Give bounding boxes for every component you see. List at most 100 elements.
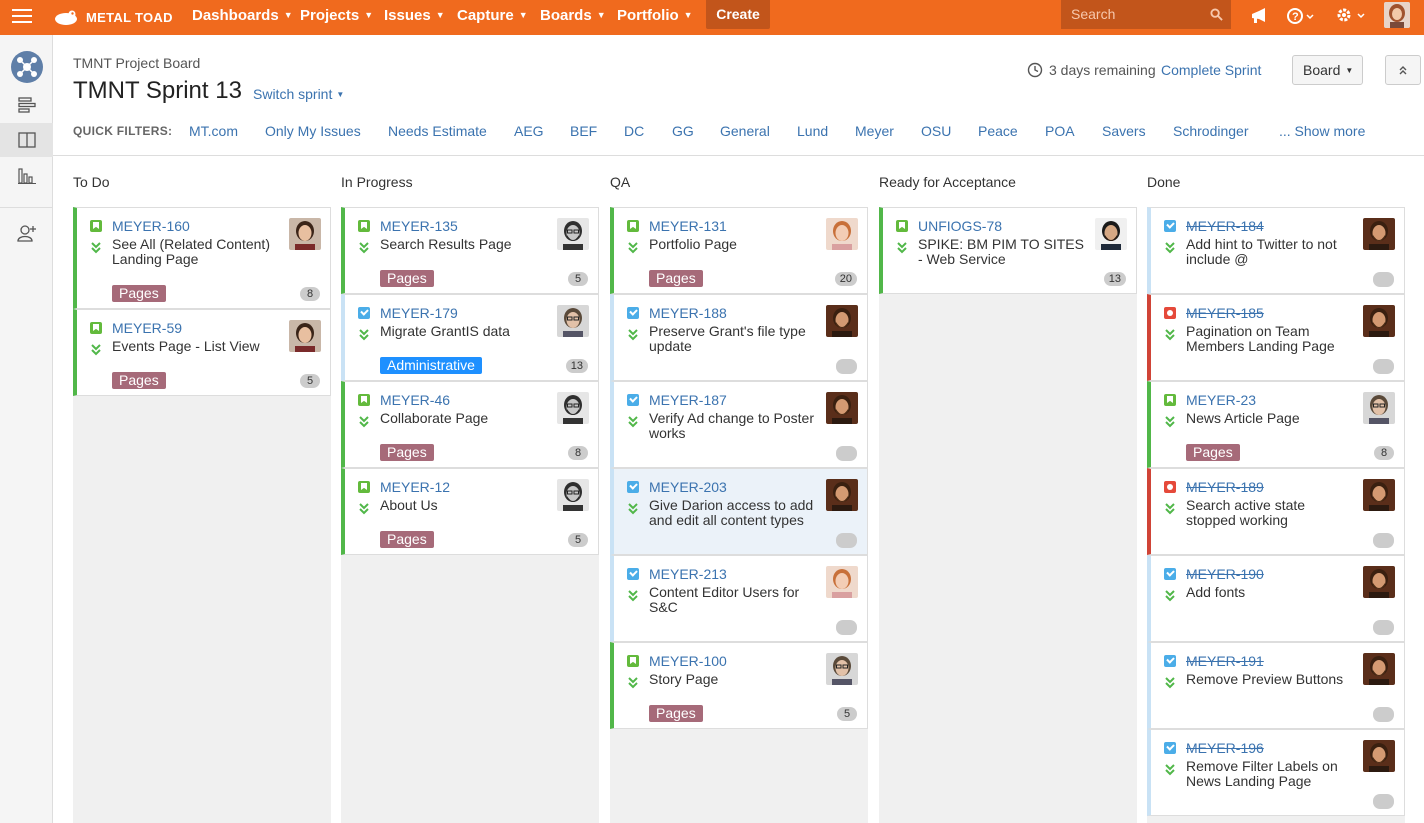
issue-card[interactable]: MEYER-160 See All (Related Content) Landi… xyxy=(73,207,331,309)
quick-filter[interactable]: Lund xyxy=(797,123,828,139)
issue-card[interactable]: MEYER-190 Add fonts xyxy=(1147,555,1405,642)
issue-card[interactable]: MEYER-213 Content Editor Users for S&C xyxy=(610,555,868,642)
issue-key-link[interactable]: MEYER-179 xyxy=(380,305,458,321)
create-button[interactable]: Create xyxy=(706,0,770,29)
issue-card[interactable]: MEYER-189 Search active state stopped wor… xyxy=(1147,468,1405,555)
epic-label[interactable]: Pages xyxy=(112,285,166,302)
help-icon[interactable]: ? xyxy=(1287,7,1315,25)
quick-filter[interactable]: GG xyxy=(672,123,694,139)
issue-key-link[interactable]: MEYER-196 xyxy=(1186,740,1264,756)
quick-filter[interactable]: Meyer xyxy=(855,123,894,139)
assignee-avatar[interactable] xyxy=(1363,479,1395,511)
assignee-avatar[interactable] xyxy=(1363,653,1395,685)
issue-key-link[interactable]: MEYER-46 xyxy=(380,392,450,408)
issue-key-link[interactable]: MEYER-187 xyxy=(649,392,727,408)
assignee-avatar[interactable] xyxy=(557,218,589,250)
assignee-avatar[interactable] xyxy=(826,566,858,598)
issue-card[interactable]: MEYER-100 Story Page Pages 5 xyxy=(610,642,868,729)
quick-filter[interactable]: OSU xyxy=(921,123,951,139)
assignee-avatar[interactable] xyxy=(557,305,589,337)
reports-icon[interactable] xyxy=(0,159,53,193)
quick-filter[interactable]: General xyxy=(720,123,770,139)
issue-key-link[interactable]: MEYER-203 xyxy=(649,479,727,495)
issue-card[interactable]: MEYER-196 Remove Filter Labels on News La… xyxy=(1147,729,1405,816)
nav-issues[interactable]: Issues ▼ xyxy=(384,0,445,35)
issue-key-link[interactable]: MEYER-23 xyxy=(1186,392,1256,408)
epic-label[interactable]: Pages xyxy=(649,705,703,722)
user-avatar[interactable] xyxy=(1384,2,1410,28)
issue-key-link[interactable]: MEYER-188 xyxy=(649,305,727,321)
epic-label[interactable]: Pages xyxy=(380,531,434,548)
logo[interactable]: METAL TOAD xyxy=(53,5,173,29)
assignee-avatar[interactable] xyxy=(826,653,858,685)
quick-filter[interactable]: BEF xyxy=(570,123,597,139)
issue-key-link[interactable]: UNFIOGS-78 xyxy=(918,218,1002,234)
issue-key-link[interactable]: MEYER-59 xyxy=(112,320,182,336)
issue-key-link[interactable]: MEYER-185 xyxy=(1186,305,1264,321)
quick-filter[interactable]: Only My Issues xyxy=(265,123,361,139)
collapse-header-button[interactable] xyxy=(1385,55,1421,85)
nav-portfolio[interactable]: Portfolio ▼ xyxy=(617,0,693,35)
issue-key-link[interactable]: MEYER-189 xyxy=(1186,479,1264,495)
assignee-avatar[interactable] xyxy=(557,479,589,511)
issue-card[interactable]: MEYER-185 Pagination on Team Members Land… xyxy=(1147,294,1405,381)
issue-key-link[interactable]: MEYER-191 xyxy=(1186,653,1264,669)
megaphone-icon[interactable] xyxy=(1250,8,1268,24)
issue-card[interactable]: MEYER-12 About Us Pages 5 xyxy=(341,468,599,555)
quick-filter[interactable]: Peace xyxy=(978,123,1018,139)
nav-dashboards[interactable]: Dashboards ▼ xyxy=(192,0,293,35)
issue-card[interactable]: MEYER-59 Events Page - List View Pages 5 xyxy=(73,309,331,396)
issue-card[interactable]: MEYER-179 Migrate GrantIS data Administrat… xyxy=(341,294,599,381)
assignee-avatar[interactable] xyxy=(557,392,589,424)
issue-card[interactable]: MEYER-131 Portfolio Page Pages 20 xyxy=(610,207,868,294)
issue-key-link[interactable]: MEYER-190 xyxy=(1186,566,1264,582)
issue-key-link[interactable]: MEYER-184 xyxy=(1186,218,1264,234)
assignee-avatar[interactable] xyxy=(1363,305,1395,337)
switch-sprint-link[interactable]: Switch sprint ▼ xyxy=(253,86,344,102)
issue-key-link[interactable]: MEYER-12 xyxy=(380,479,450,495)
assignee-avatar[interactable] xyxy=(826,305,858,337)
assignee-avatar[interactable] xyxy=(826,218,858,250)
epic-label[interactable]: Pages xyxy=(1186,444,1240,461)
issue-card[interactable]: MEYER-187 Verify Ad change to Poster work… xyxy=(610,381,868,468)
issue-card[interactable]: UNFIOGS-78 SPIKE: BM PIM TO SITES - Web S… xyxy=(879,207,1137,294)
issue-card[interactable]: MEYER-203 Give Darion access to add and e… xyxy=(610,468,868,555)
gear-icon[interactable] xyxy=(1335,6,1367,24)
hamburger-menu-icon[interactable] xyxy=(12,9,32,25)
quick-filter[interactable]: DC xyxy=(624,123,644,139)
search-input[interactable]: Search xyxy=(1061,0,1231,29)
quick-filter[interactable]: MT.com xyxy=(189,123,238,139)
complete-sprint-link[interactable]: Complete Sprint xyxy=(1161,62,1261,78)
issue-key-link[interactable]: MEYER-100 xyxy=(649,653,727,669)
epic-label[interactable]: Administrative xyxy=(380,357,482,374)
assignee-avatar[interactable] xyxy=(826,479,858,511)
epic-label[interactable]: Pages xyxy=(380,444,434,461)
project-avatar-icon[interactable] xyxy=(0,50,53,84)
active-sprint-icon[interactable] xyxy=(0,123,53,157)
assignee-avatar[interactable] xyxy=(289,218,321,250)
issue-key-link[interactable]: MEYER-213 xyxy=(649,566,727,582)
nav-projects[interactable]: Projects ▼ xyxy=(300,0,373,35)
quick-filter[interactable]: POA xyxy=(1045,123,1075,139)
issue-card[interactable]: MEYER-188 Preserve Grant's file type upda… xyxy=(610,294,868,381)
assignee-avatar[interactable] xyxy=(1095,218,1127,250)
assignee-avatar[interactable] xyxy=(1363,566,1395,598)
assignee-avatar[interactable] xyxy=(826,392,858,424)
issue-key-link[interactable]: MEYER-160 xyxy=(112,218,190,234)
nav-boards[interactable]: Boards ▼ xyxy=(540,0,606,35)
issue-card[interactable]: MEYER-23 News Article Page Pages 8 xyxy=(1147,381,1405,468)
quick-filter[interactable]: Savers xyxy=(1102,123,1146,139)
quick-filter[interactable]: AEG xyxy=(514,123,544,139)
epic-label[interactable]: Pages xyxy=(649,270,703,287)
board-dropdown-button[interactable]: Board ▼ xyxy=(1292,55,1363,85)
assignee-avatar[interactable] xyxy=(1363,740,1395,772)
assignee-avatar[interactable] xyxy=(289,320,321,352)
project-name[interactable]: TMNT Project Board xyxy=(73,55,200,71)
add-people-icon[interactable] xyxy=(0,216,53,250)
issue-card[interactable]: MEYER-184 Add hint to Twitter to not incl… xyxy=(1147,207,1405,294)
issue-key-link[interactable]: MEYER-131 xyxy=(649,218,727,234)
issue-card[interactable]: MEYER-46 Collaborate Page Pages 8 xyxy=(341,381,599,468)
assignee-avatar[interactable] xyxy=(1363,392,1395,424)
backlog-icon[interactable] xyxy=(0,88,53,122)
issue-card[interactable]: MEYER-135 Search Results Page Pages 5 xyxy=(341,207,599,294)
